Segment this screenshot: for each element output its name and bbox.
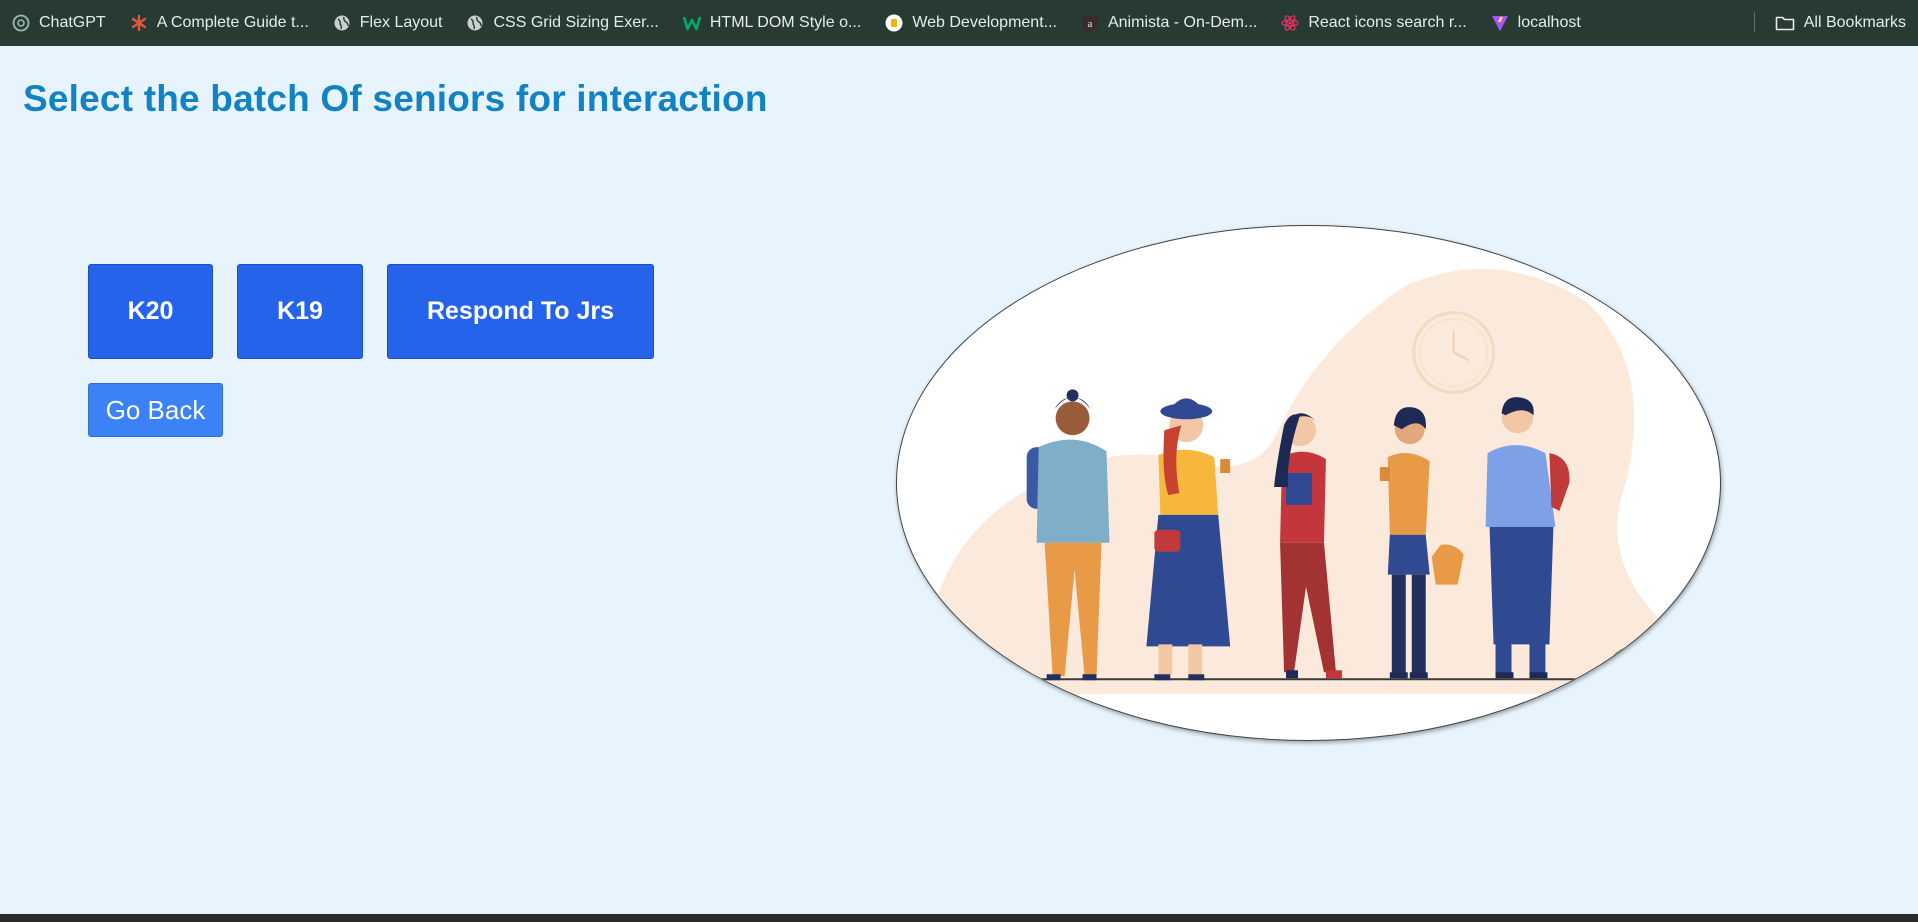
- person-2: [1146, 398, 1231, 681]
- asterisk-icon: [130, 14, 148, 32]
- bookmark-label: Animista - On-Dem...: [1107, 14, 1258, 31]
- react-icon: [1281, 14, 1299, 32]
- k20-button[interactable]: K20: [88, 264, 213, 359]
- folder-icon: [1775, 15, 1795, 31]
- bookmark-label: localhost: [1517, 14, 1581, 31]
- all-bookmarks-label: All Bookmarks: [1803, 14, 1906, 31]
- bookmark-label: Web Development...: [912, 14, 1057, 31]
- bookmark-label: ChatGPT: [39, 14, 106, 31]
- respond-to-jrs-button[interactable]: Respond To Jrs: [387, 264, 654, 359]
- taskbar-strip: [0, 914, 1918, 922]
- bookmark-label: CSS Grid Sizing Exer...: [493, 14, 659, 31]
- chatgpt-icon: [12, 14, 30, 32]
- vite-icon: [1491, 14, 1509, 32]
- bookmark-label: A Complete Guide t...: [156, 14, 309, 31]
- page-title: Select the batch Of seniors for interact…: [23, 78, 768, 119]
- bookmark-html-dom-style[interactable]: HTML DOM Style o...: [682, 8, 871, 38]
- go-back-button[interactable]: Go Back: [88, 383, 223, 437]
- people-illustration: [896, 225, 1721, 741]
- bookmark-flex-layout[interactable]: Flex Layout: [333, 8, 453, 38]
- w3schools-icon: [682, 14, 702, 32]
- bookmark-localhost[interactable]: localhost: [1491, 8, 1591, 38]
- all-bookmarks-button[interactable]: All Bookmarks: [1775, 8, 1906, 38]
- bookmark-label: Flex Layout: [359, 14, 443, 31]
- bookmark-label: HTML DOM Style o...: [709, 14, 862, 31]
- globe-icon: [466, 14, 484, 32]
- svg-text:a: a: [1088, 18, 1093, 30]
- animista-icon: a: [1081, 14, 1099, 32]
- bookmark-react-icons[interactable]: React icons search r...: [1281, 8, 1476, 38]
- page-content: Select the batch Of seniors for interact…: [0, 46, 1918, 914]
- cup-icon: [885, 14, 903, 32]
- bookmark-web-development[interactable]: Web Development...: [885, 8, 1067, 38]
- bookmark-chatgpt[interactable]: ChatGPT: [12, 8, 116, 38]
- bookmark-animista[interactable]: a Animista - On-Dem...: [1081, 8, 1267, 38]
- k19-button[interactable]: K19: [237, 264, 363, 359]
- bookmarks-divider: [1754, 12, 1755, 32]
- globe-icon: [333, 14, 351, 32]
- bookmarks-bar: ChatGPT A Complete Guide t... Flex Layou…: [0, 0, 1918, 46]
- bookmark-css-grid[interactable]: CSS Grid Sizing Exer...: [466, 8, 668, 38]
- bookmark-complete-guide[interactable]: A Complete Guide t...: [130, 8, 319, 38]
- bookmark-label: React icons search r...: [1308, 14, 1467, 31]
